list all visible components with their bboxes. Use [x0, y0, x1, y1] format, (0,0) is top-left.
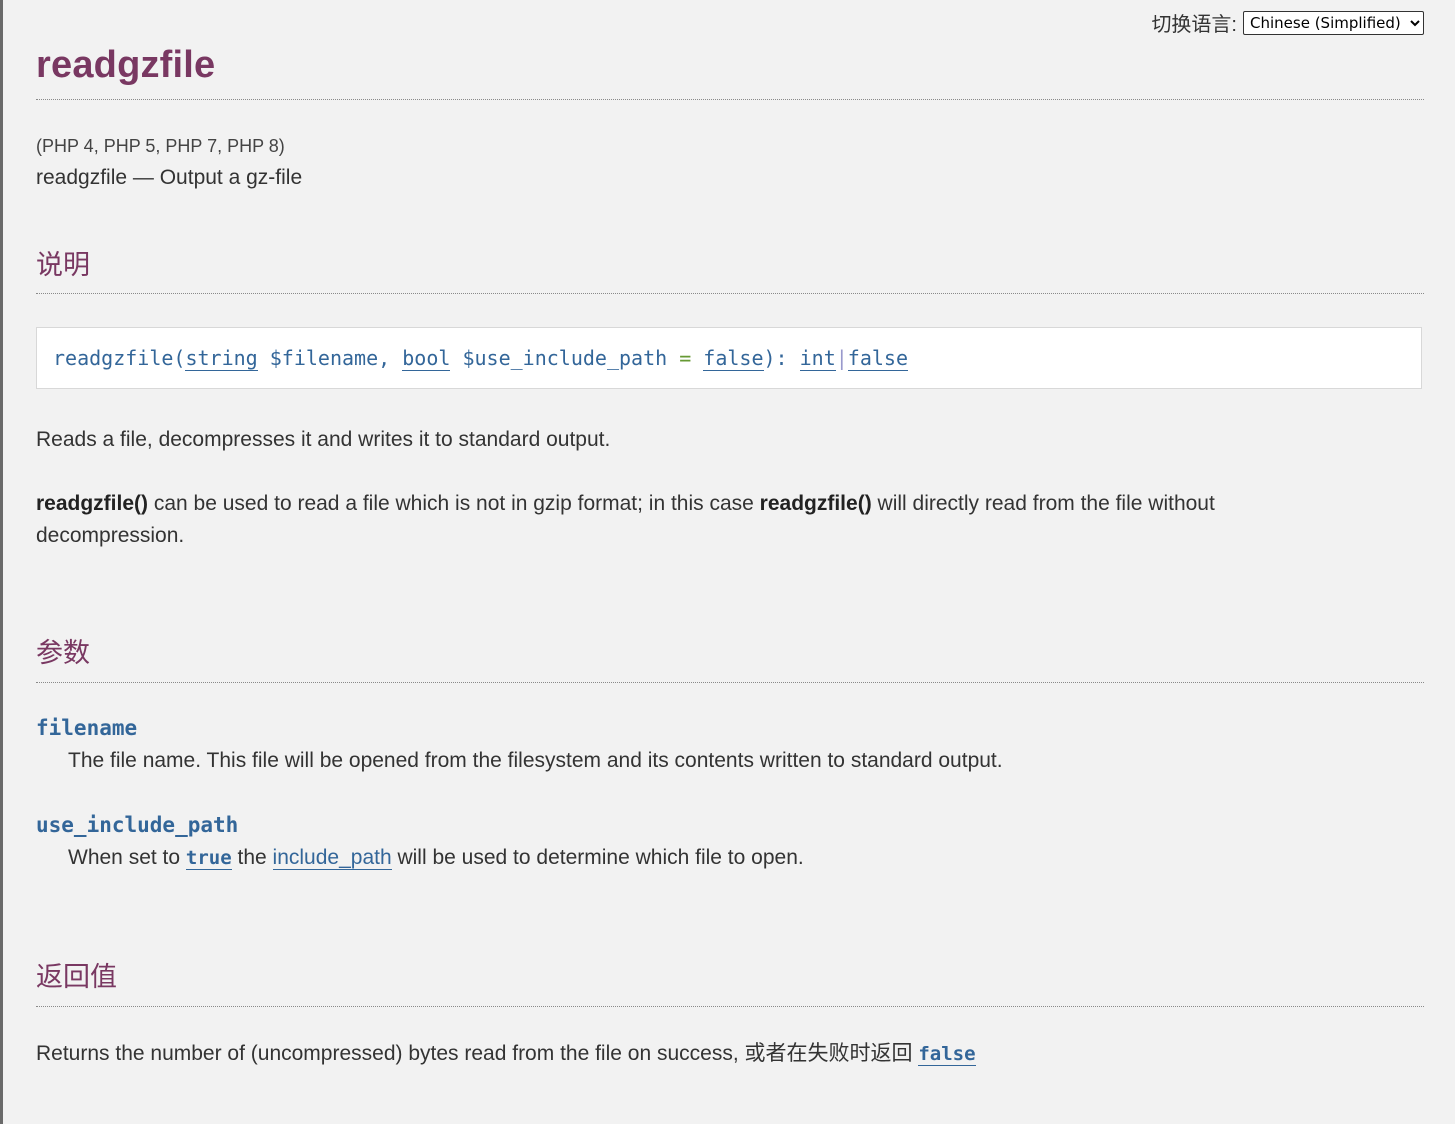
page-title: readgzfile	[36, 44, 216, 86]
description-paragraph-2: readgzfile() can be used to read a file …	[36, 488, 1326, 552]
language-switch-label: 切换语言:	[1151, 14, 1237, 36]
type-link-bool[interactable]: bool	[402, 346, 451, 371]
param-term-filename: filename	[36, 716, 138, 740]
section-heading-return-values: 返回值	[36, 962, 117, 992]
description-paragraph-1: Reads a file, decompresses it and writes…	[36, 428, 611, 451]
return-values-divider	[36, 1006, 1424, 1007]
synopsis-param-filename: $filename	[257, 346, 379, 370]
section-heading-description: 说明	[36, 250, 90, 280]
constant-link-false[interactable]: false	[918, 1043, 976, 1066]
constant-link-true[interactable]: true	[185, 847, 232, 870]
language-select[interactable]: Chinese (Simplified)	[1243, 10, 1424, 35]
php-versions: (PHP 4, PHP 5, PHP 7, PHP 8)	[36, 136, 285, 156]
param-desc-use-include-path: When set to true the include_path will b…	[68, 846, 804, 870]
param-term-use-include-path: use_include_path	[36, 813, 239, 837]
section-heading-parameters: 参数	[36, 638, 90, 668]
type-link-string[interactable]: string	[185, 346, 258, 371]
return-values-text: Returns the number of (uncompressed) byt…	[36, 1042, 919, 1065]
title-divider	[36, 99, 1424, 100]
type-link-int[interactable]: int	[799, 346, 836, 371]
return-values-paragraph: Returns the number of (uncompressed) byt…	[36, 1038, 1326, 1070]
synopsis-open-paren: (	[173, 346, 186, 370]
method-synopsis: readgzfile(string $filename, bool $use_i…	[36, 327, 1422, 389]
language-switcher: 切换语言: Chinese (Simplified)	[1151, 8, 1424, 37]
function-ref-readgzfile-2: readgzfile()	[759, 492, 872, 515]
default-link-false[interactable]: false	[703, 346, 764, 371]
synopsis-union-pipe: |	[835, 346, 848, 370]
param-desc-filename: The file name. This file will be opened …	[68, 749, 1003, 772]
type-link-false[interactable]: false	[847, 346, 909, 371]
synopsis-function-name: readgzfile	[53, 346, 174, 370]
function-purpose: readgzfile — Output a gz-file	[36, 166, 303, 189]
include-path-link[interactable]: include_path	[272, 846, 392, 870]
synopsis-close: ):	[763, 346, 800, 370]
synopsis-param-use-include-path: $use_include_path	[450, 346, 668, 370]
param-desc-post: will be used to determine which file to …	[391, 846, 804, 869]
param-desc-mid: the	[231, 846, 273, 869]
synopsis-equals: =	[667, 346, 704, 370]
function-ref-readgzfile: readgzfile()	[36, 492, 149, 515]
param-desc-pre: When set to	[68, 846, 186, 869]
description-p2-mid: can be used to read a file which is not …	[148, 492, 760, 515]
synopsis-separator: ,	[378, 346, 403, 370]
parameters-divider	[36, 682, 1424, 683]
description-divider	[36, 293, 1424, 294]
